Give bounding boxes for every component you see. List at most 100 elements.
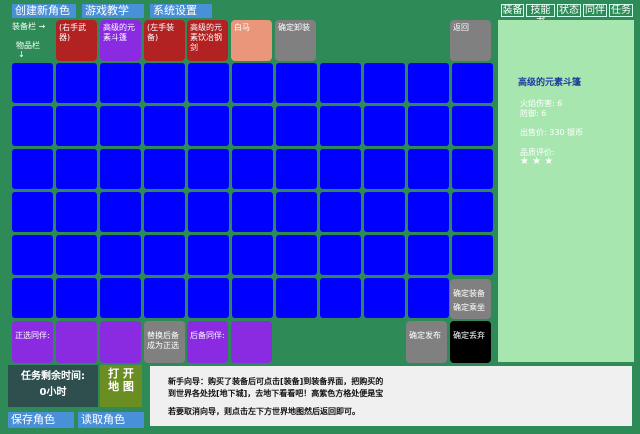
inventory-slot[interactable] — [56, 192, 97, 232]
inventory-slot[interactable] — [232, 106, 273, 146]
settings-button[interactable]: 系统设置 — [150, 4, 212, 18]
inventory-slot[interactable] — [188, 63, 229, 103]
inventory-slot[interactable] — [320, 278, 361, 318]
inventory-slot[interactable] — [188, 278, 229, 318]
inventory-slot[interactable] — [12, 235, 53, 275]
inventory-slot[interactable] — [320, 106, 361, 146]
inventory-slot[interactable] — [232, 149, 273, 189]
inventory-slot[interactable] — [56, 149, 97, 189]
confirm-equip-ride-button[interactable]: 确定装备 确定乘坐 — [450, 279, 491, 319]
inventory-slot[interactable] — [364, 63, 405, 103]
inventory-slot[interactable] — [12, 192, 53, 232]
equip-slot-mount[interactable]: 白马 — [231, 20, 272, 61]
item-defense: 防御: 6 — [520, 109, 547, 118]
inventory-slot[interactable] — [56, 278, 97, 318]
inventory-slot[interactable] — [144, 149, 185, 189]
inventory-slot[interactable] — [452, 63, 493, 103]
inventory-slot[interactable] — [320, 192, 361, 232]
inventory-slot[interactable] — [276, 192, 317, 232]
inventory-slot[interactable] — [12, 63, 53, 103]
create-role-button[interactable]: 创建新角色 — [12, 4, 76, 18]
inventory-slot[interactable] — [12, 149, 53, 189]
equip-slot-sword[interactable]: 高级的元素饮冶钢剑 — [187, 20, 228, 61]
save-role-button[interactable]: 保存角色 — [8, 412, 74, 428]
confirm-equip-label: 确定装备 — [453, 289, 485, 298]
inventory-slot[interactable] — [188, 235, 229, 275]
inventory-slot[interactable] — [452, 192, 493, 232]
back-button[interactable]: 返回 — [450, 20, 491, 61]
inventory-slot[interactable] — [100, 149, 141, 189]
inventory-slot[interactable] — [100, 106, 141, 146]
inventory-slot[interactable] — [364, 278, 405, 318]
inventory-slot[interactable] — [100, 278, 141, 318]
equip-slot-cloak[interactable]: 高级的元素斗篷 — [100, 20, 141, 61]
tab-equipment[interactable]: 装备 — [501, 4, 524, 17]
inventory-slot[interactable] — [144, 106, 185, 146]
main-companion-slot-1[interactable] — [56, 321, 97, 363]
inventory-slot[interactable] — [232, 278, 273, 318]
inventory-slot[interactable] — [408, 149, 449, 189]
inventory-slot[interactable] — [276, 235, 317, 275]
inventory-slot[interactable] — [320, 235, 361, 275]
inventory-slot[interactable] — [188, 192, 229, 232]
inventory-slot[interactable] — [408, 63, 449, 103]
inventory-slot[interactable] — [188, 106, 229, 146]
inventory-slot[interactable] — [100, 192, 141, 232]
inventory-slot[interactable] — [364, 149, 405, 189]
confirm-ride-label: 确定乘坐 — [453, 303, 485, 312]
inventory-slot[interactable] — [188, 149, 229, 189]
inventory-slot[interactable] — [408, 106, 449, 146]
item-title: 高级的元素斗篷 — [518, 78, 582, 88]
reserve-companion-slot[interactable] — [231, 321, 272, 363]
main-companion-label-slot[interactable]: 正选同伴: — [12, 321, 53, 363]
tab-status[interactable]: 状态 — [557, 4, 581, 17]
inventory-slot[interactable] — [144, 235, 185, 275]
unequip-button[interactable]: 确定卸装 — [275, 20, 316, 61]
inventory-slot[interactable] — [232, 192, 273, 232]
inventory-slot[interactable] — [408, 235, 449, 275]
tutorial-button[interactable]: 游戏教学 — [82, 4, 144, 18]
inventory-slot[interactable] — [56, 106, 97, 146]
inventory-slot[interactable] — [56, 235, 97, 275]
discard-button[interactable]: 确定丢弃 — [450, 321, 491, 363]
inventory-slot[interactable] — [364, 235, 405, 275]
main-companion-slot-2[interactable] — [100, 321, 141, 363]
inventory-grid — [12, 63, 493, 321]
inventory-slot[interactable] — [276, 63, 317, 103]
inventory-slot[interactable] — [276, 278, 317, 318]
inventory-slot[interactable] — [144, 63, 185, 103]
inventory-slot[interactable] — [144, 192, 185, 232]
inventory-slot[interactable] — [12, 278, 53, 318]
inventory-slot[interactable] — [364, 106, 405, 146]
tab-quest[interactable]: 任务 — [609, 4, 633, 17]
inventory-slot[interactable] — [276, 149, 317, 189]
inventory-slot[interactable] — [144, 278, 185, 318]
inventory-slot[interactable] — [452, 106, 493, 146]
inventory-slot[interactable] — [408, 278, 449, 318]
publish-button[interactable]: 确定发布 — [406, 321, 447, 363]
inventory-slot[interactable] — [100, 63, 141, 103]
inventory-slot[interactable] — [232, 235, 273, 275]
swap-companion-button[interactable]: 替换后备成为正选 — [144, 321, 185, 363]
inventory-slot[interactable] — [12, 106, 53, 146]
open-map-button[interactable]: 打 开 地 图 — [100, 365, 142, 407]
inventory-slot[interactable] — [452, 235, 493, 275]
load-role-button[interactable]: 读取角色 — [78, 412, 144, 428]
equip-slot-right-weapon[interactable]: (右手武器) — [56, 20, 97, 61]
inventory-slot[interactable] — [320, 63, 361, 103]
inventory-slot[interactable] — [100, 235, 141, 275]
tutorial-dialog: 新手向导：购买了装备后可点击[装备]到装备界面，把购买的 到世界各处找[地下城]… — [150, 366, 632, 426]
inventory-slot[interactable] — [408, 192, 449, 232]
inventory-slot[interactable] — [56, 63, 97, 103]
inventory-slot[interactable] — [232, 63, 273, 103]
tab-skill-book[interactable]: 技能书 — [526, 4, 555, 28]
inventory-slot[interactable] — [452, 149, 493, 189]
equip-bar-label: 装备栏 → — [12, 22, 46, 31]
equip-slot-left-hand[interactable]: (左手装备) — [144, 20, 185, 61]
task-timer-value: 0小时 — [39, 387, 67, 398]
reserve-companion-label-slot[interactable]: 后备同伴: — [187, 321, 228, 363]
tab-companion[interactable]: 同伴 — [583, 4, 607, 17]
inventory-slot[interactable] — [320, 149, 361, 189]
inventory-slot[interactable] — [276, 106, 317, 146]
inventory-slot[interactable] — [364, 192, 405, 232]
